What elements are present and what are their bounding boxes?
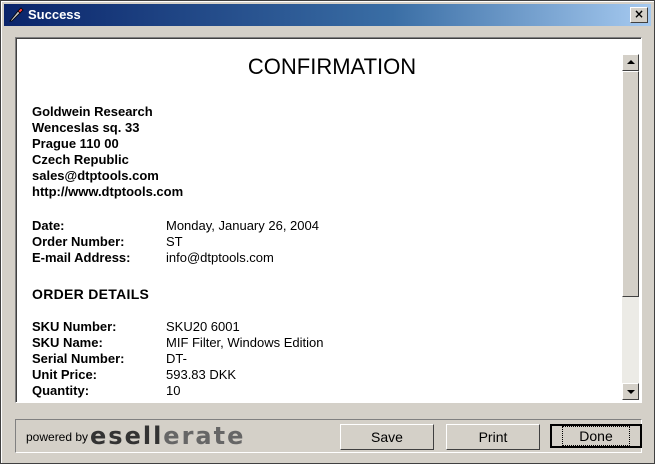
company-country: Czech Republic [32,152,129,167]
logo-part-2: erate [163,422,246,450]
close-icon: × [633,7,645,21]
company-address: Goldwein Research Wenceslas sq. 33 Pragu… [32,104,183,200]
print-button[interactable]: Print [446,424,540,450]
powered-by-label: powered by [26,430,89,444]
page-title: CONFIRMATION [247,54,417,79]
company-name: Goldwein Research [32,104,153,119]
arrow-up-icon [627,60,635,64]
info-value: ST [166,234,183,249]
info-label: Order Number: [32,234,125,249]
info-value: Monday, January 26, 2004 [166,218,319,233]
company-website: http://www.dtptools.com [32,184,184,199]
app-icon [9,7,24,22]
detail-value: 10 [166,383,181,398]
scroll-down-button[interactable] [622,383,639,400]
detail-label: SKU Name: [32,335,103,350]
detail-value: MIF Filter, Windows Edition [166,335,324,350]
info-label: E-mail Address: [32,250,131,265]
done-label: Done [562,426,630,446]
company-street: Wenceslas sq. 33 [32,120,140,135]
close-button[interactable]: × [630,7,648,23]
scroll-thumb[interactable] [622,71,639,297]
logo-part-1: esell [90,422,164,450]
company-email: sales@dtptools.com [32,168,159,183]
order-details-heading: ORDER DETAILS [32,286,150,302]
window-title: Success [28,7,81,22]
scroll-up-button[interactable] [622,54,639,71]
success-dialog: Success × CONFIRMATION Goldwein Research… [0,0,655,464]
detail-label: SKU Number: [32,319,117,334]
detail-label: Serial Number: [32,351,125,366]
confirmation-panel: CONFIRMATION Goldwein Research Wenceslas… [15,37,642,403]
detail-value: 593.83 DKK [166,367,237,382]
vertical-scrollbar[interactable] [622,54,639,400]
esellerate-logo: esellerate [90,422,245,450]
company-city: Prague 110 00 [32,136,119,151]
save-button[interactable]: Save [340,424,434,450]
confirmation-content: CONFIRMATION Goldwein Research Wenceslas… [32,42,602,398]
info-value: info@dtptools.com [166,250,274,265]
title-bar[interactable]: Success × [4,4,651,26]
detail-label: Quantity: [32,383,90,398]
done-button[interactable]: Done [550,424,642,448]
footer-bar: powered by esellerate Save Print Done [15,419,642,453]
detail-value: DT- [166,351,187,366]
arrow-down-icon [627,390,635,394]
info-label: Date: [32,218,65,233]
detail-value: SKU20 6001 [166,319,240,334]
detail-label: Unit Price: [32,367,98,382]
